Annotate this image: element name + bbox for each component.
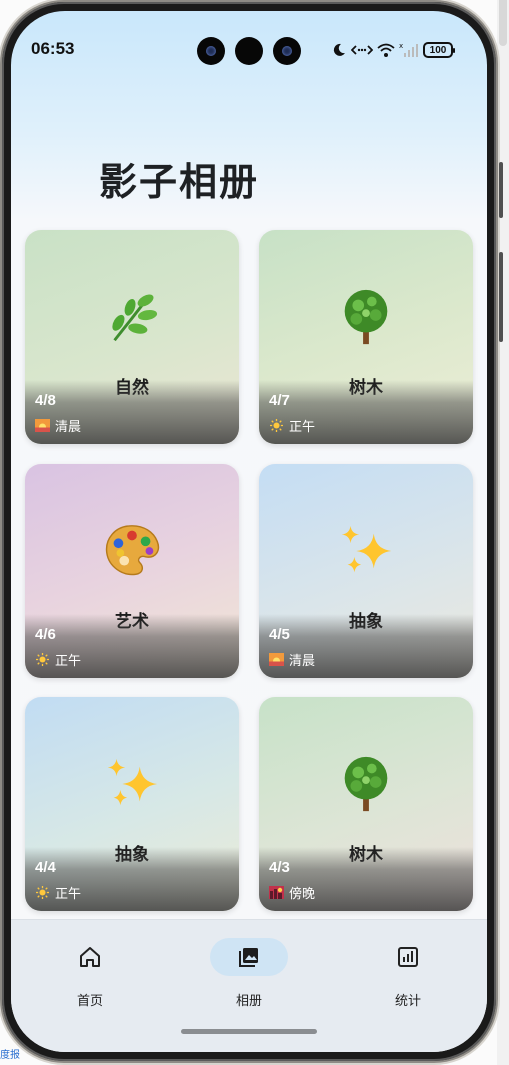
album-time-of-day: 清晨 [269, 650, 315, 669]
status-bar: 06:53 x 100 [11, 11, 487, 91]
page-title: 影子相册 [99, 160, 260, 204]
album-time-of-day: 傍晚 [269, 883, 315, 902]
sun-icon [36, 653, 49, 666]
time-of-day-label: 正午 [289, 420, 316, 435]
home-indicator[interactable] [181, 1029, 317, 1034]
palette-icon [105, 525, 160, 576]
album-date: 4/8 [35, 392, 56, 409]
album-date: 4/3 [269, 859, 290, 876]
sun-icon [270, 419, 283, 432]
tree-icon [344, 289, 388, 345]
tree-icon [344, 756, 388, 812]
tab-label: 首页 [76, 994, 103, 1009]
city-dusk-icon [269, 886, 284, 899]
time-of-day-label: 清晨 [289, 654, 316, 669]
sparkles-icon [107, 758, 158, 806]
album-time-of-day: 清晨 [35, 416, 81, 435]
battery-indicator: 100 [423, 42, 455, 58]
volume-button [499, 162, 503, 218]
tab-stats[interactable]: 统计 [353, 936, 463, 1009]
album-time-of-day: 正午 [35, 883, 81, 902]
camera-icon [235, 37, 263, 65]
phone-frame: 06:53 x 100 影子相册 自然 [2, 2, 503, 1061]
herb-icon [112, 294, 158, 342]
album-time-of-day: 正午 [35, 650, 81, 669]
album-card[interactable]: 艺术 4/6 正午 [25, 464, 239, 678]
time-of-day-label: 正午 [55, 887, 82, 902]
moon-icon [333, 43, 345, 56]
gallery-icon [239, 948, 258, 967]
camera-icon [197, 37, 225, 65]
time-of-day-label: 傍晚 [289, 887, 316, 902]
album-date: 4/5 [269, 626, 290, 643]
side-panel-edge [497, 0, 509, 1065]
camera-icon [273, 37, 301, 65]
sunrise-icon [269, 653, 284, 666]
album-card[interactable]: 树木 4/7 正午 [259, 230, 473, 444]
stats-icon [398, 947, 418, 967]
status-icons: x 100 [331, 41, 455, 59]
sunrise-icon [35, 419, 50, 432]
signal-icon: x [399, 42, 418, 57]
tab-home[interactable]: 首页 [35, 936, 145, 1009]
data-transfer-icon [351, 45, 373, 55]
album-card[interactable]: 抽象 4/4 正午 [25, 697, 239, 911]
time-of-day-label: 清晨 [55, 420, 82, 435]
album-date: 4/6 [35, 626, 56, 643]
album-date: 4/4 [35, 859, 56, 876]
album-time-of-day: 正午 [269, 416, 315, 435]
svg-text:x: x [399, 42, 403, 50]
sun-icon [36, 886, 49, 899]
album-card[interactable]: 自然 4/8 清晨 [25, 230, 239, 444]
status-time: 06:53 [31, 39, 75, 58]
tab-album[interactable]: 相册 [194, 936, 304, 1009]
tab-label: 相册 [235, 994, 262, 1009]
sparkles-icon [341, 525, 392, 573]
album-card[interactable]: 抽象 4/5 清晨 [259, 464, 473, 678]
power-button [499, 252, 503, 342]
album-date: 4/7 [269, 392, 290, 409]
tab-label: 统计 [394, 994, 421, 1009]
wifi-icon [377, 43, 395, 57]
time-of-day-label: 正午 [55, 654, 82, 669]
album-card[interactable]: 树木 4/3 傍晚 [259, 697, 473, 911]
home-icon [80, 947, 100, 967]
app-screen: 06:53 x 100 影子相册 自然 [11, 11, 487, 1052]
